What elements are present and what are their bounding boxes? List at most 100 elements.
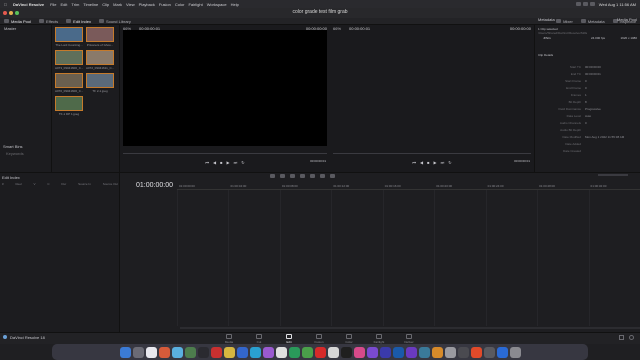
dock-app-icon[interactable] [327,346,339,358]
smart-bins-header[interactable]: Smart Bins [3,144,23,149]
page-tab-media[interactable]: Media [219,334,239,344]
clip-thumbnail[interactable]: The Lord Counting... [55,27,83,49]
dock-app-icon[interactable] [262,346,274,358]
marker-icon[interactable] [330,174,335,178]
menu-file[interactable]: File [50,2,56,7]
edit-index-column[interactable]: # [2,182,4,186]
metadata-value[interactable]: 8 [585,100,587,104]
dock-app-icon[interactable] [301,346,313,358]
status-icons[interactable] [575,2,595,6]
dock-app-icon[interactable] [340,346,352,358]
menu-timeline[interactable]: Timeline [83,2,98,7]
metadata-value[interactable]: Progressive [585,107,601,111]
zoom-slider[interactable] [598,174,628,176]
dock-app-icon[interactable] [483,346,495,358]
clock[interactable]: Wed Aug 1 11:56 AM [599,2,636,7]
metadata-value[interactable]: 0 [585,79,587,83]
toolbar-effects-button[interactable]: Effects [37,19,60,24]
edit-index-column[interactable]: C [47,182,49,186]
loop-icon[interactable]: ↻ [448,160,451,165]
menu-mark[interactable]: Mark [113,2,122,7]
dock-app-icon[interactable] [405,346,417,358]
apple-icon[interactable]:  [4,2,7,7]
metadata-value[interactable]: Auto [585,114,591,118]
play-icon[interactable]: ▶ [227,160,230,165]
timeline-scrollbar[interactable] [180,327,640,329]
dock-app-icon[interactable] [444,346,456,358]
menu-playback[interactable]: Playback [139,2,155,7]
wifi-icon[interactable] [575,2,581,6]
dock-app-icon[interactable] [275,346,287,358]
page-tab-fairlight[interactable]: Fairlight [369,334,389,344]
dock-app-icon[interactable] [509,346,521,358]
dock-app-icon[interactable] [145,346,157,358]
blade-tool-icon[interactable] [290,174,295,178]
selection-tool-icon[interactable] [270,174,275,178]
menu-clip[interactable]: Clip [102,2,109,7]
dock-app-icon[interactable] [418,346,430,358]
page-tab-edit[interactable]: Edit [279,334,299,344]
page-tab-fusion[interactable]: Fusion [309,334,329,344]
toolbar-media-pool-button[interactable]: Media Pool [2,19,33,24]
dock-app-icon[interactable] [119,346,131,358]
dock-app-icon[interactable] [470,346,482,358]
dock-app-icon[interactable] [236,346,248,358]
menu-edit[interactable]: Edit [61,2,68,7]
dock-app-icon[interactable] [431,346,443,358]
toolbar-metadata-button[interactable]: Metadata [579,19,607,24]
program-scrubber[interactable] [333,153,531,154]
metadata-value[interactable]: Mon Aug 1 2022 11:55:38 AM [585,135,624,139]
reverse-icon[interactable]: ◀ [420,160,423,165]
dock-app-icon[interactable] [314,346,326,358]
menu-view[interactable]: View [126,2,135,7]
menu-color[interactable]: Color [175,2,185,7]
dock-app-icon[interactable] [457,346,469,358]
metadata-value[interactable]: 0 [585,121,587,125]
dock-app-icon[interactable] [392,346,404,358]
metadata-value[interactable]: 00:00:00:00 [585,65,601,69]
metadata-value[interactable]: 0 [585,86,587,90]
dock-app-icon[interactable] [132,346,144,358]
edit-index-column[interactable]: Source In [78,182,91,186]
dock-app-icon[interactable] [366,346,378,358]
stop-icon[interactable]: ■ [427,160,429,165]
battery-icon[interactable] [582,2,588,6]
dock-app-icon[interactable] [353,346,365,358]
dock-app-icon[interactable] [197,346,209,358]
snapping-icon[interactable] [300,174,305,178]
metadata-value[interactable]: 1 [585,93,587,97]
edit-index-column[interactable]: Dur [61,182,66,186]
dock-app-icon[interactable] [210,346,222,358]
control-center-icon[interactable] [589,2,595,6]
trim-tool-icon[interactable] [280,174,285,178]
source-scrubber[interactable] [123,153,327,154]
dock-app-icon[interactable] [288,346,300,358]
menu-trim[interactable]: Trim [71,2,79,7]
edit-index-column[interactable]: V [34,182,36,186]
program-canvas[interactable] [333,30,531,146]
toolbar-sound-library-button[interactable]: Sound Library [97,19,133,24]
clip-thumbnail[interactable]: Prisoners of Ghos... [86,27,114,49]
media-pool-label[interactable]: Media Pool [617,17,637,22]
dock-app-icon[interactable] [184,346,196,358]
jump-end-icon[interactable]: ⏭ [441,160,445,165]
jump-start-icon[interactable]: ⏮ [205,160,209,165]
keywords-bin[interactable]: Keywords [6,151,24,156]
dock-app-icon[interactable] [158,346,170,358]
clip-thumbnail[interactable]: TF 2-1.jpeg [86,73,114,95]
stop-icon[interactable]: ■ [220,160,222,165]
reverse-icon[interactable]: ◀ [213,160,216,165]
flag-icon[interactable] [320,174,325,178]
jump-end-icon[interactable]: ⏭ [234,160,238,165]
clip-thumbnail[interactable]: TF-1 DP 1.jpeg [55,96,83,118]
timeline-ruler[interactable]: 01:00:00:00 01:00:04:00 01:00:08:00 01:00:1… [177,184,640,190]
dock-app-icon[interactable] [171,346,183,358]
clip-thumbnail[interactable]: A073_09041600_C... [55,50,83,72]
menu-fusion[interactable]: Fusion [159,2,171,7]
menu-help[interactable]: Help [231,2,239,7]
app-menu[interactable]: DaVinci Resolve [13,2,44,7]
menu-fairlight[interactable]: Fairlight [188,2,202,7]
dock-app-icon[interactable] [379,346,391,358]
menu-workspace[interactable]: Workspace [207,2,227,7]
dock-app-icon[interactable] [249,346,261,358]
